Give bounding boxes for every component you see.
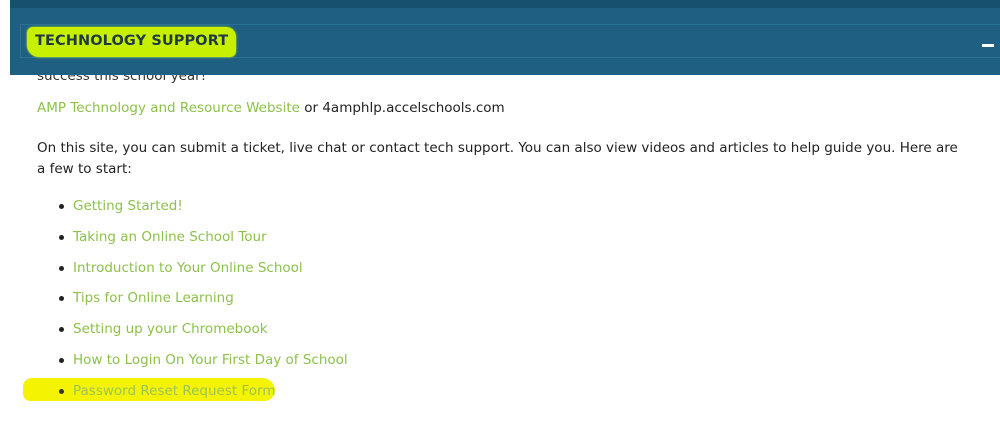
list-item: Getting Started!	[37, 197, 348, 228]
list-item: Password Reset Request Form	[37, 382, 348, 413]
amp-website-link[interactable]: AMP Technology and Resource Website	[37, 100, 300, 116]
bullet-icon	[59, 327, 64, 333]
intro-paragraph: On this site, you can submit a ticket, l…	[37, 140, 958, 177]
link-password-reset[interactable]: Password Reset Request Form	[73, 382, 276, 400]
link-intro-online-school[interactable]: Introduction to Your Online School	[73, 259, 303, 277]
link-chromebook-setup[interactable]: Setting up your Chromebook	[73, 320, 268, 338]
list-item: Setting up your Chromebook	[37, 320, 348, 351]
bullet-icon	[59, 204, 64, 209]
bullet-icon	[59, 234, 64, 240]
site-connector: or	[299, 100, 323, 116]
bullet-icon	[59, 388, 64, 394]
section-title: TECHNOLOGY SUPPORT	[27, 27, 237, 57]
link-first-day-login[interactable]: How to Login On Your First Day of School	[73, 351, 348, 369]
clipped-text: success this school year!	[37, 75, 537, 89]
list-item: Taking an Online School Tour	[37, 228, 348, 259]
bullet-icon	[59, 296, 64, 302]
list-item: Introduction to Your Online School	[37, 259, 348, 290]
link-getting-started[interactable]: Getting Started!	[73, 197, 183, 215]
site-url-text: 4amphlp.accelschools.com	[322, 100, 505, 116]
site-line: AMP Technology and Resource Website or 4…	[37, 100, 505, 116]
clipped-text-label: success this school year!	[37, 75, 207, 84]
bullet-icon	[59, 357, 64, 363]
collapse-icon[interactable]	[982, 44, 994, 47]
bullet-icon	[59, 265, 64, 271]
link-school-tour[interactable]: Taking an Online School Tour	[73, 228, 267, 246]
list-item: Tips for Online Learning	[37, 289, 348, 320]
link-tips-online-learning[interactable]: Tips for Online Learning	[73, 289, 234, 307]
